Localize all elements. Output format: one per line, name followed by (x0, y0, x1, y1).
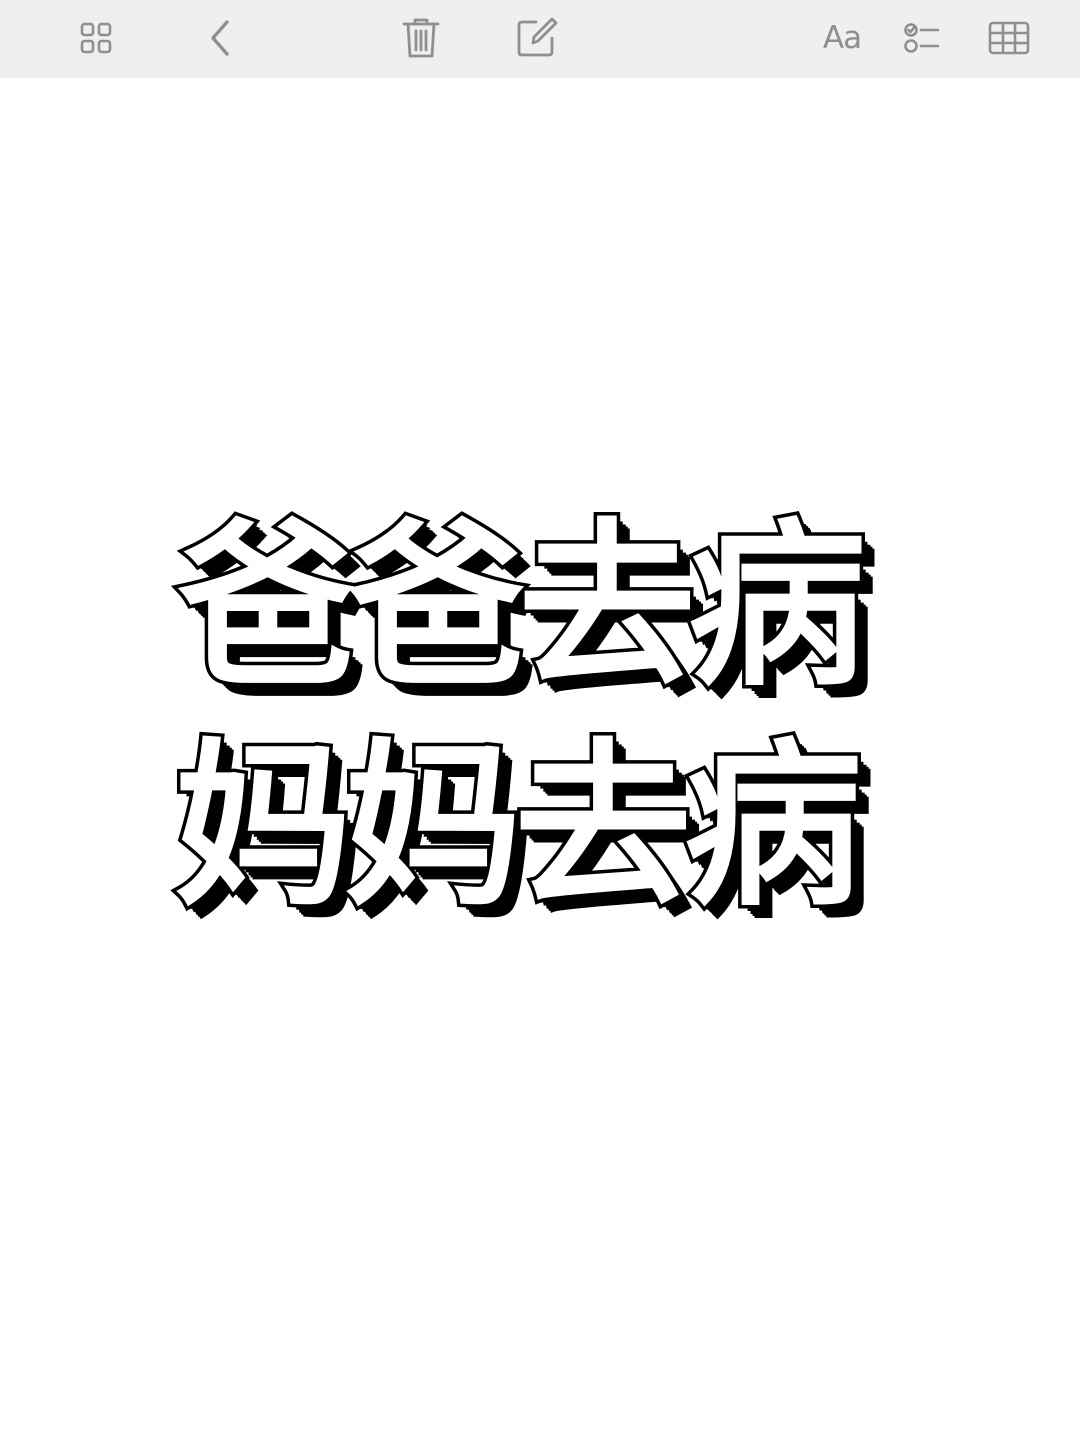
notes-toolbar: Aa (0, 0, 1080, 78)
format-label: Aa (822, 19, 862, 56)
format-button[interactable]: Aa (816, 12, 868, 64)
gallery-grid-icon (79, 21, 113, 55)
note-line-1: 爸爸去病 (175, 503, 870, 710)
back-button[interactable] (194, 12, 246, 64)
chevron-left-icon (205, 18, 235, 58)
note-line-2: 妈妈去病 (171, 723, 866, 930)
gallery-button[interactable] (70, 12, 122, 64)
checklist-button[interactable] (896, 12, 948, 64)
trash-icon (402, 16, 440, 60)
compose-icon (514, 16, 558, 60)
note-body[interactable]: 爸爸去病 妈妈去病 (0, 78, 1080, 1440)
table-icon (988, 21, 1030, 55)
checklist-icon (903, 21, 941, 55)
table-button[interactable] (983, 12, 1035, 64)
compose-button[interactable] (510, 12, 562, 64)
delete-button[interactable] (395, 12, 447, 64)
